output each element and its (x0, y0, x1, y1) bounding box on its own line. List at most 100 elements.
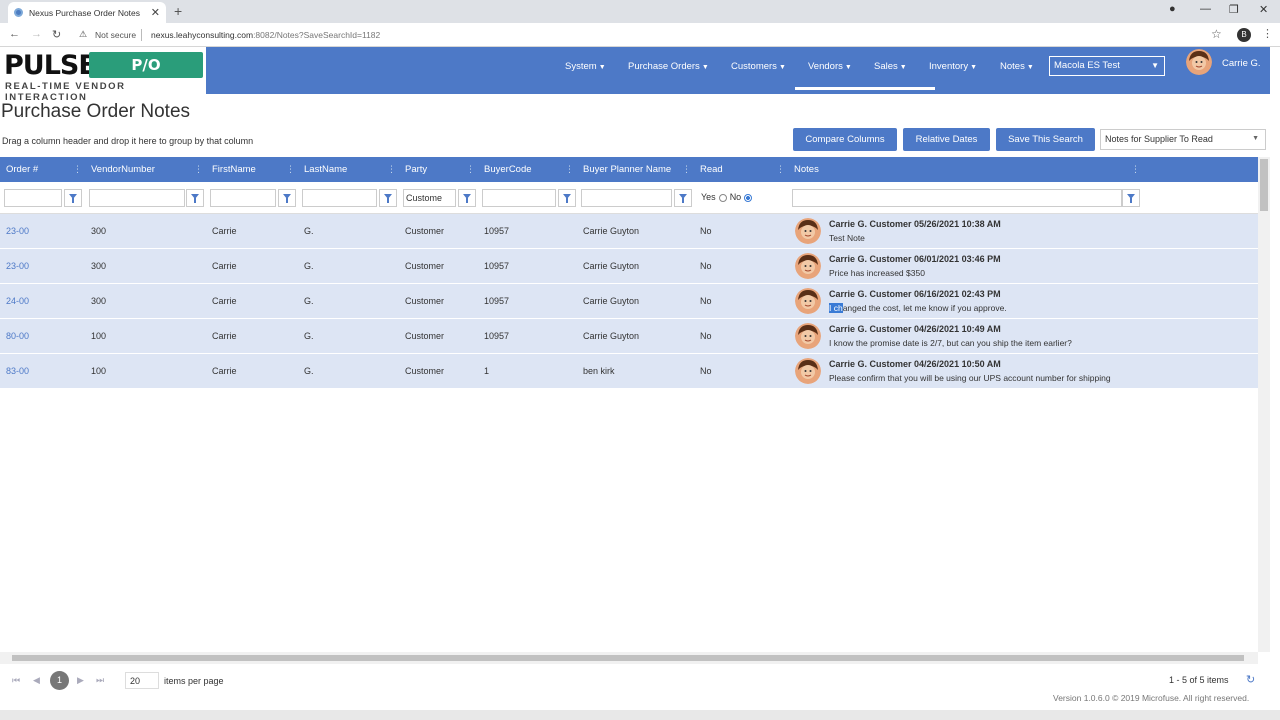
horizontal-scrollbar[interactable] (0, 652, 1258, 664)
current-page[interactable]: 1 (50, 671, 69, 690)
url-field[interactable]: nexus.leahyconsulting.com:8082/Notes?Sav… (151, 30, 380, 40)
prev-page-icon[interactable]: ◀ (33, 675, 40, 686)
filter-first-name-input[interactable] (210, 189, 276, 207)
column-header-buyer-planner-name[interactable]: Buyer Planner Name ⋮ (577, 157, 695, 182)
save-search-button[interactable]: Save This Search (996, 128, 1095, 151)
bookmark-star-icon[interactable]: ☆ (1211, 27, 1222, 41)
table-row[interactable]: 23-00 300 Carrie G. Customer 10957 Carri… (0, 249, 1258, 284)
column-menu-icon[interactable]: ⋮ (682, 157, 691, 182)
cell-buyer-code: 10957 (484, 226, 510, 236)
filter-buyer-code-button[interactable] (558, 189, 576, 207)
new-tab-button[interactable]: + (174, 3, 182, 19)
cell-order[interactable]: 23-00 (6, 249, 29, 284)
column-header-notes[interactable]: Notes ⋮ (788, 157, 1144, 182)
note-text: Please confirm that you will be using ou… (829, 373, 1111, 383)
column-menu-icon[interactable]: ⋮ (466, 157, 475, 182)
filter-notes-input[interactable] (792, 189, 1122, 207)
filter-order-button[interactable] (64, 189, 82, 207)
filter-icon (191, 194, 199, 203)
minimize-icon[interactable]: — (1200, 3, 1211, 15)
refresh-icon[interactable]: ↻ (1246, 673, 1255, 686)
menu-inventory[interactable]: Inventory ▼ (929, 61, 977, 72)
first-page-icon[interactable]: ⏮ (12, 675, 20, 686)
table-row[interactable]: 24-00 300 Carrie G. Customer 10957 Carri… (0, 284, 1258, 319)
column-menu-icon[interactable]: ⋮ (565, 157, 574, 182)
filter-vendor-button[interactable] (186, 189, 204, 207)
column-header-vendor-number[interactable]: VendorNumber ⋮ (85, 157, 207, 182)
table-row[interactable]: 23-00 300 Carrie G. Customer 10957 Carri… (0, 214, 1258, 249)
column-header-party[interactable]: Party ⋮ (399, 157, 479, 182)
filter-buyer-name-input[interactable] (581, 189, 672, 207)
warning-icon[interactable]: ⚠ (79, 29, 87, 40)
menu-vendors[interactable]: Vendors ▼ (808, 61, 852, 72)
note-text-selected[interactable]: I changed the cost, let me know if you a… (829, 303, 1007, 313)
cell-order[interactable]: 83-00 (6, 354, 29, 389)
page-size-select[interactable]: 20 (125, 672, 159, 689)
column-header-last-name[interactable]: LastName ⋮ (298, 157, 400, 182)
filter-vendor-input[interactable] (89, 189, 185, 207)
user-avatar[interactable] (1186, 49, 1212, 75)
cell-last-name: G. (304, 331, 314, 341)
filter-party-input[interactable]: Custome (403, 189, 456, 207)
saved-search-select[interactable]: Notes for Supplier To Read ▼ (1100, 129, 1266, 150)
next-page-icon[interactable]: ▶ (77, 675, 84, 686)
cell-order[interactable]: 24-00 (6, 284, 29, 319)
table-row[interactable]: 83-00 100 Carrie G. Customer 1 ben kirk … (0, 354, 1258, 389)
reload-icon[interactable]: ↻ (52, 28, 61, 41)
restore-icon[interactable]: ❐ (1229, 3, 1239, 16)
column-header-first-name[interactable]: FirstName ⋮ (206, 157, 299, 182)
column-menu-icon[interactable]: ⋮ (387, 157, 396, 182)
column-menu-icon[interactable]: ⋮ (776, 157, 785, 182)
filter-notes-button[interactable] (1122, 189, 1140, 207)
column-menu-icon[interactable]: ⋮ (1131, 157, 1140, 182)
chevron-down-icon: ▼ (1026, 64, 1034, 71)
chevron-down-icon: ▼ (701, 64, 709, 71)
read-filter-yes-radio[interactable] (718, 193, 727, 202)
menu-purchase-orders[interactable]: Purchase Orders ▼ (628, 61, 709, 72)
filter-party-button[interactable] (458, 189, 476, 207)
table-row[interactable]: 80-00 100 Carrie G. Customer 10957 Carri… (0, 319, 1258, 354)
column-header-read[interactable]: Read ⋮ (694, 157, 789, 182)
vertical-scrollbar[interactable] (1258, 157, 1270, 652)
filter-icon (463, 194, 471, 203)
browser-menu-icon[interactable]: ● (1169, 3, 1176, 15)
filter-order-input[interactable] (4, 189, 62, 207)
back-icon[interactable]: ← (9, 28, 20, 40)
read-filter: Yes No (701, 192, 755, 202)
column-menu-icon[interactable]: ⋮ (194, 157, 203, 182)
menu-notes[interactable]: Notes ▼ (1000, 61, 1034, 72)
filter-buyer-code-input[interactable] (482, 189, 556, 207)
browser-kebab-icon[interactable]: ⋮ (1262, 27, 1273, 40)
column-menu-icon[interactable]: ⋮ (286, 157, 295, 182)
user-name[interactable]: Carrie G. (1222, 58, 1261, 69)
close-window-icon[interactable]: ✕ (1259, 3, 1268, 16)
browser-tab[interactable]: Nexus Purchase Order Notes ✕ (8, 2, 166, 23)
filter-buyer-name-button[interactable] (674, 189, 692, 207)
app-logo[interactable]: PULSE P/O MANAGER REAL-TIME VENDOR INTER… (0, 47, 206, 103)
menu-customers[interactable]: Customers ▼ (731, 61, 786, 72)
column-header-buyer-code[interactable]: BuyerCode ⋮ (478, 157, 578, 182)
forward-icon[interactable]: → (31, 28, 42, 40)
cell-order[interactable]: 80-00 (6, 319, 29, 354)
filter-last-name-input[interactable] (302, 189, 377, 207)
close-tab-icon[interactable]: ✕ (151, 6, 160, 19)
menu-system[interactable]: System ▼ (565, 61, 606, 72)
compare-columns-button[interactable]: Compare Columns (793, 128, 897, 151)
column-header-order[interactable]: Order # ⋮ (0, 157, 86, 182)
cell-party: Customer (405, 331, 445, 341)
column-menu-icon[interactable]: ⋮ (73, 157, 82, 182)
grid-header: Order # ⋮ VendorNumber ⋮ FirstName ⋮ LastNa… (0, 157, 1258, 182)
horizontal-scroll-thumb[interactable] (12, 655, 1244, 661)
filter-first-name-button[interactable] (278, 189, 296, 207)
company-select[interactable]: Macola ES Test ▼ (1049, 56, 1165, 76)
menu-sales[interactable]: Sales ▼ (874, 61, 907, 72)
profile-avatar[interactable]: B (1237, 28, 1251, 42)
filter-last-name-button[interactable] (379, 189, 397, 207)
last-page-icon[interactable]: ⏭ (96, 675, 104, 686)
vertical-scroll-thumb[interactable] (1260, 159, 1268, 211)
note-author-avatar (795, 253, 821, 279)
read-filter-no-radio[interactable] (744, 193, 753, 202)
not-secure-label[interactable]: Not secure (95, 30, 136, 40)
cell-order[interactable]: 23-00 (6, 214, 29, 249)
relative-dates-button[interactable]: Relative Dates (903, 128, 990, 151)
